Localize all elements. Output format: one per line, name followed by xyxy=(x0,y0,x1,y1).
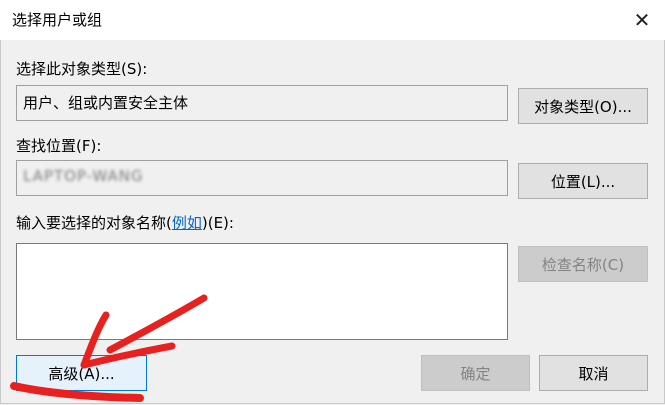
locations-button[interactable]: 位置(L)... xyxy=(518,163,648,199)
object-names-label: 输入要选择的对象名称(例如)(E): xyxy=(16,212,234,233)
title-bar: 选择用户或组 ✕ xyxy=(0,0,665,40)
examples-link[interactable]: 例如 xyxy=(172,214,202,232)
object-names-input[interactable] xyxy=(16,243,508,340)
ok-button[interactable]: 确定 xyxy=(421,355,530,391)
object-names-label-prefix: 输入要选择的对象名称( xyxy=(16,214,172,232)
cancel-button[interactable]: 取消 xyxy=(539,355,648,391)
advanced-button[interactable]: 高级(A)... xyxy=(16,355,147,391)
close-icon[interactable]: ✕ xyxy=(619,0,665,40)
object-type-field: 用户、组或内置安全主体 xyxy=(16,85,508,121)
window-title: 选择用户或组 xyxy=(12,11,103,29)
location-field: LAPTOP-WANG xyxy=(16,160,508,196)
object-names-label-suffix: )(E): xyxy=(201,214,234,232)
object-types-button[interactable]: 对象类型(O)... xyxy=(518,88,648,124)
location-label: 查找位置(F): xyxy=(16,137,102,155)
check-names-button[interactable]: 检查名称(C) xyxy=(518,246,648,282)
object-type-label: 选择此对象类型(S): xyxy=(16,60,148,78)
location-value: LAPTOP-WANG xyxy=(23,167,144,185)
